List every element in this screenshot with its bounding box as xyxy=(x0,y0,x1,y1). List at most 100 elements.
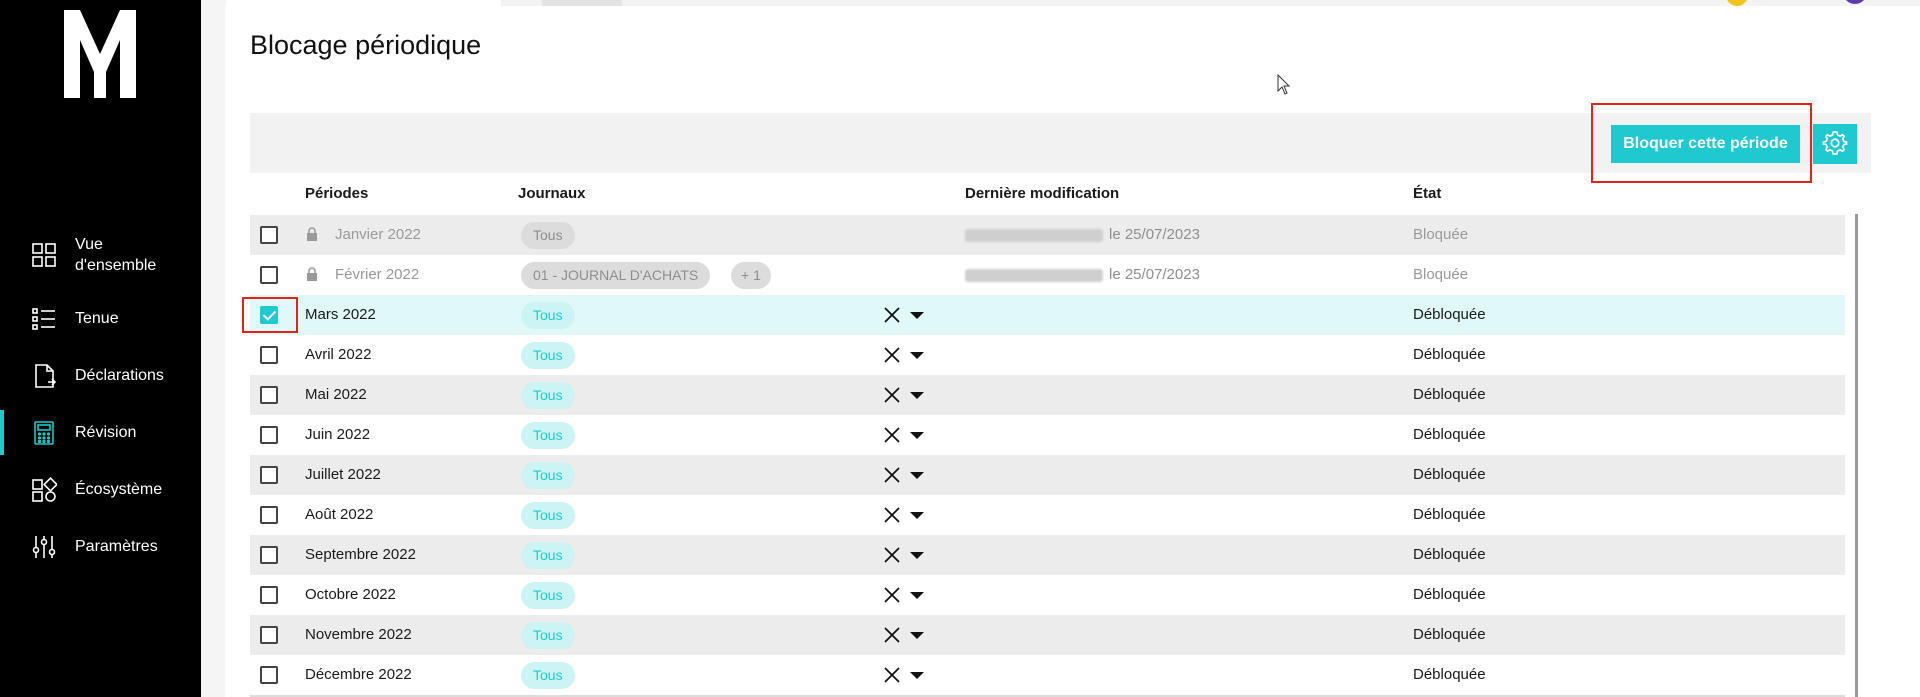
row-checkbox[interactable] xyxy=(260,586,278,604)
status-label: Débloquée xyxy=(1413,586,1486,603)
clear-icon xyxy=(884,547,900,563)
sidebar: Vue d'ensemble Tenue Déclarations Révisi… xyxy=(0,0,201,697)
sidebar-item-label: Révision xyxy=(75,424,137,441)
row-checkbox[interactable] xyxy=(260,666,278,684)
status-label: Débloquée xyxy=(1413,306,1486,323)
lock-icon xyxy=(307,227,317,241)
sidebar-item-label: Tenue xyxy=(75,310,119,327)
sidebar-item-declarations[interactable]: Déclarations xyxy=(0,347,201,404)
column-header-journals[interactable]: Journaux xyxy=(518,185,586,202)
journal-chip: Tous xyxy=(521,582,575,609)
period-label: Août 2022 xyxy=(305,506,374,523)
column-header-state[interactable]: État xyxy=(1413,185,1441,202)
sidebar-item-label: Paramètres xyxy=(75,538,158,555)
row-checkbox[interactable] xyxy=(260,226,278,244)
grid-icon xyxy=(32,243,56,267)
journal-chip: 01 - JOURNAL D'ACHATS xyxy=(521,262,711,289)
period-label: Décembre 2022 xyxy=(305,666,412,683)
table-row[interactable]: Juillet 2022 Tous Débloquée xyxy=(250,455,1845,495)
row-checkbox[interactable] xyxy=(260,626,278,644)
row-checkbox[interactable] xyxy=(260,266,278,284)
table-row[interactable]: Août 2022 Tous Débloquée xyxy=(250,495,1845,535)
chevron-down-icon xyxy=(910,432,924,439)
tab-inactive[interactable] xyxy=(542,0,622,6)
journal-select-controls[interactable] xyxy=(883,545,933,565)
tab-active[interactable] xyxy=(226,0,501,6)
row-checkbox[interactable] xyxy=(260,546,278,564)
journal-chip: Tous xyxy=(521,222,575,249)
last-modified: le 25/07/2023 xyxy=(965,266,1200,283)
chevron-down-icon xyxy=(910,312,924,319)
app-logo[interactable] xyxy=(60,10,140,98)
mouse-cursor-icon xyxy=(1277,74,1291,95)
table-row[interactable]: Avril 2022 Tous Débloquée xyxy=(250,335,1845,375)
settings-button[interactable] xyxy=(1813,124,1857,164)
status-label: Bloquée xyxy=(1413,226,1469,243)
period-label: Janvier 2022 xyxy=(335,226,421,243)
content-left-margin xyxy=(201,0,225,697)
lock-icon xyxy=(307,267,317,281)
column-header-last-modified[interactable]: Dernière modification xyxy=(965,185,1119,202)
row-checkbox[interactable] xyxy=(260,466,278,484)
journal-chip: Tous xyxy=(521,422,575,449)
status-label: Bloquée xyxy=(1413,266,1469,283)
journal-select-controls[interactable] xyxy=(883,465,933,485)
journal-select-controls[interactable] xyxy=(883,305,933,325)
journal-chip: Tous xyxy=(521,662,575,689)
clear-icon xyxy=(884,587,900,603)
sidebar-item-tenue[interactable]: Tenue xyxy=(0,290,201,347)
sidebar-item-revision[interactable]: Révision xyxy=(0,404,201,461)
journal-select-controls[interactable] xyxy=(883,385,933,405)
clear-icon xyxy=(884,387,900,403)
row-checkbox[interactable] xyxy=(260,426,278,444)
block-period-button[interactable]: Bloquer cette période xyxy=(1611,125,1800,163)
journal-select-controls[interactable] xyxy=(883,625,933,645)
row-checkbox[interactable] xyxy=(260,506,278,524)
row-checkbox[interactable] xyxy=(260,386,278,404)
status-label: Débloquée xyxy=(1413,346,1486,363)
period-label: Novembre 2022 xyxy=(305,626,412,643)
clear-icon xyxy=(884,627,900,643)
table-row[interactable]: Novembre 2022 Tous Débloquée xyxy=(250,615,1845,655)
table-row[interactable]: Juin 2022 Tous Débloquée xyxy=(250,415,1845,455)
period-label: Juillet 2022 xyxy=(305,466,381,483)
table-scrollbar[interactable] xyxy=(1855,214,1858,697)
sidebar-item-label: Vue d'ensemble xyxy=(75,236,157,274)
chevron-down-icon xyxy=(910,472,924,479)
journal-more-chip[interactable]: + 1 xyxy=(731,262,771,289)
ecosystem-icon xyxy=(32,476,57,502)
status-label: Débloquée xyxy=(1413,666,1486,683)
row-checkbox[interactable] xyxy=(260,306,278,324)
journal-chip: Tous xyxy=(521,502,575,529)
status-label: Débloquée xyxy=(1413,386,1486,403)
journal-select-controls[interactable] xyxy=(883,345,933,365)
sidebar-item-overview[interactable]: Vue d'ensemble xyxy=(0,220,201,290)
clear-icon xyxy=(884,427,900,443)
status-label: Débloquée xyxy=(1413,626,1486,643)
redacted-user xyxy=(965,228,1103,242)
table-row[interactable]: Octobre 2022 Tous Débloquée xyxy=(250,575,1845,615)
modified-date: le 25/07/2023 xyxy=(1109,226,1200,243)
table-row[interactable]: Janvier 2022 Tous le 25/07/2023 Bloquée xyxy=(250,215,1845,255)
sidebar-item-ecosysteme[interactable]: Écosystème xyxy=(0,461,201,518)
journal-select-controls[interactable] xyxy=(883,425,933,445)
journal-select-controls[interactable] xyxy=(883,665,933,685)
table-row[interactable]: Mars 2022 Tous Débloquée xyxy=(250,295,1845,335)
journal-select-controls[interactable] xyxy=(883,505,933,525)
table-row[interactable]: Mai 2022 Tous Débloquée xyxy=(250,375,1845,415)
period-label: Mars 2022 xyxy=(305,306,376,323)
table-row[interactable]: Février 2022 01 - JOURNAL D'ACHATS + 1 l… xyxy=(250,255,1845,295)
journal-chip: Tous xyxy=(521,382,575,409)
sidebar-item-parametres[interactable]: Paramètres xyxy=(0,518,201,575)
column-header-periods[interactable]: Périodes xyxy=(305,185,368,202)
sidebar-nav: Vue d'ensemble Tenue Déclarations Révisi… xyxy=(0,220,201,575)
period-label: Octobre 2022 xyxy=(305,586,396,603)
period-label: Février 2022 xyxy=(335,266,420,283)
table-row[interactable]: Décembre 2022 Tous Débloquée xyxy=(250,655,1845,695)
gear-icon xyxy=(1822,131,1848,155)
clear-icon xyxy=(884,307,900,323)
journal-select-controls[interactable] xyxy=(883,585,933,605)
chevron-down-icon xyxy=(910,512,924,519)
table-row[interactable]: Septembre 2022 Tous Débloquée xyxy=(250,535,1845,575)
row-checkbox[interactable] xyxy=(260,346,278,364)
